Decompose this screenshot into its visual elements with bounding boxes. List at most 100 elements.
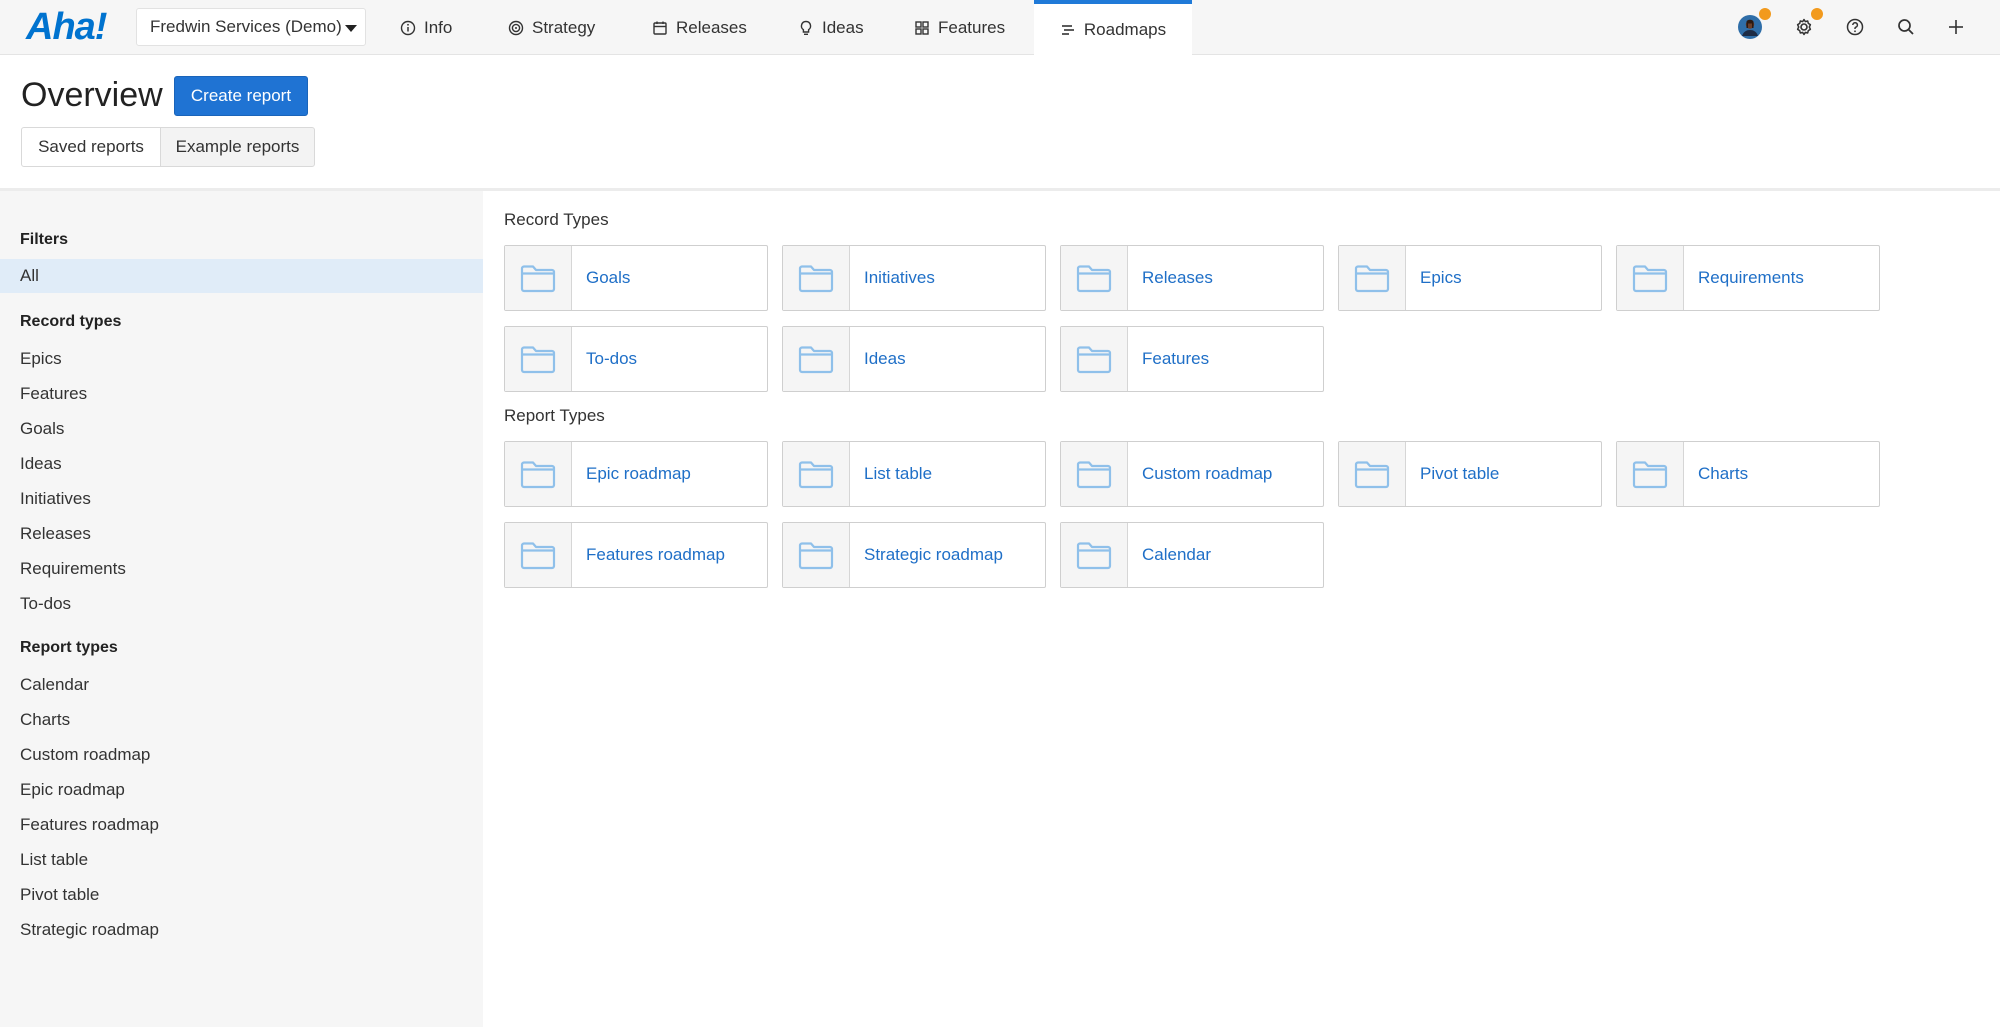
tab-strategy[interactable]: Strategy <box>508 0 595 55</box>
report-card-list-table[interactable]: List table <box>782 441 1046 507</box>
record-card-ideas[interactable]: Ideas <box>782 326 1046 392</box>
folder-icon-box <box>783 327 850 391</box>
record-card-to-dos[interactable]: To-dos <box>504 326 768 392</box>
record-card-goals[interactable]: Goals <box>504 245 768 311</box>
filter-epics[interactable]: Epics <box>0 342 483 376</box>
tab-label: Roadmaps <box>1083 19 1167 39</box>
record-card-initiatives[interactable]: Initiatives <box>782 245 1046 311</box>
filter-list-table[interactable]: List table <box>0 843 483 877</box>
folder-icon <box>1076 461 1112 489</box>
folder-icon-box <box>1339 442 1406 506</box>
filter-epic-roadmap[interactable]: Epic roadmap <box>0 773 483 807</box>
card-label[interactable]: Requirements <box>1684 246 1879 310</box>
record-card-features[interactable]: Features <box>1060 326 1324 392</box>
filter-releases[interactable]: Releases <box>0 517 483 551</box>
filter-requirements[interactable]: Requirements <box>0 552 483 586</box>
card-label[interactable]: Strategic roadmap <box>850 523 1045 587</box>
saved-reports-toggle[interactable]: Saved reports <box>21 127 161 167</box>
card-label[interactable]: Features roadmap <box>572 523 767 587</box>
folder-icon <box>798 265 834 293</box>
folder-icon <box>520 461 556 489</box>
report-card-strategic-roadmap[interactable]: Strategic roadmap <box>782 522 1046 588</box>
tab-roadmaps[interactable]: Roadmaps <box>1034 0 1192 55</box>
filter-features[interactable]: Features <box>0 377 483 411</box>
search-button[interactable] <box>1893 14 1919 40</box>
card-label[interactable]: Features <box>1128 327 1323 391</box>
report-card-calendar[interactable]: Calendar <box>1060 522 1324 588</box>
report-types-label: Report Types <box>504 406 605 425</box>
card-label[interactable]: Charts <box>1684 442 1879 506</box>
folder-icon-box <box>505 327 572 391</box>
card-label[interactable]: Pivot table <box>1406 442 1601 506</box>
tab-ideas[interactable]: Ideas <box>798 0 864 55</box>
filter-strategic-roadmap[interactable]: Strategic roadmap <box>0 913 483 947</box>
folder-icon-box <box>505 442 572 506</box>
folder-icon-box <box>1061 442 1128 506</box>
folder-icon-box <box>1339 246 1406 310</box>
create-report-button[interactable]: Create report <box>174 76 308 116</box>
card-label[interactable]: Epics <box>1406 246 1601 310</box>
report-card-custom-roadmap[interactable]: Custom roadmap <box>1060 441 1324 507</box>
folder-icon-box <box>505 523 572 587</box>
notification-badge <box>1758 7 1772 21</box>
folder-icon <box>1076 265 1112 293</box>
help-button[interactable] <box>1842 14 1868 40</box>
folder-icon-box <box>1061 523 1128 587</box>
card-label[interactable]: Releases <box>1128 246 1323 310</box>
tab-label: Features <box>938 17 1006 37</box>
report-card-features-roadmap[interactable]: Features roadmap <box>504 522 768 588</box>
filter-to-dos[interactable]: To-dos <box>0 587 483 621</box>
record-card-epics[interactable]: Epics <box>1338 245 1602 311</box>
filter-charts[interactable]: Charts <box>0 703 483 737</box>
lightbulb-icon <box>800 20 812 35</box>
avatar <box>1738 15 1762 39</box>
tab-releases[interactable]: Releases <box>652 0 747 55</box>
folder-icon-box <box>505 246 572 310</box>
card-label[interactable]: List table <box>850 442 1045 506</box>
record-card-releases[interactable]: Releases <box>1060 245 1324 311</box>
card-label[interactable]: Goals <box>572 246 767 310</box>
folder-icon <box>798 461 834 489</box>
card-label[interactable]: Custom roadmap <box>1128 442 1323 506</box>
filter-initiatives[interactable]: Initiatives <box>0 482 483 516</box>
folder-icon-box <box>1617 246 1684 310</box>
card-label[interactable]: To-dos <box>572 327 767 391</box>
tab-info[interactable]: Info <box>400 0 452 55</box>
folder-icon <box>1354 265 1390 293</box>
filter-features-roadmap[interactable]: Features roadmap <box>0 808 483 842</box>
card-label[interactable]: Initiatives <box>850 246 1045 310</box>
roadmap-icon <box>1061 24 1074 35</box>
folder-icon <box>520 265 556 293</box>
filter-goals[interactable]: Goals <box>0 412 483 446</box>
page-title: Overview <box>21 76 163 114</box>
add-button[interactable] <box>1943 14 1969 40</box>
aha-logo[interactable]: Aha! <box>26 4 107 50</box>
workspace-selector[interactable]: Fredwin Services (Demo) <box>136 8 366 46</box>
tab-features[interactable]: Features <box>914 0 1005 55</box>
report-card-charts[interactable]: Charts <box>1616 441 1880 507</box>
folder-icon <box>1632 461 1668 489</box>
top-navigation: Aha! Fredwin Services (Demo) Info Strate… <box>0 0 2000 55</box>
record-card-requirements[interactable]: Requirements <box>1616 245 1880 311</box>
notification-badge <box>1810 7 1824 21</box>
card-label[interactable]: Ideas <box>850 327 1045 391</box>
chevron-down-icon <box>345 25 357 32</box>
filter-ideas[interactable]: Ideas <box>0 447 483 481</box>
folder-icon <box>1076 346 1112 374</box>
filter-custom-roadmap[interactable]: Custom roadmap <box>0 738 483 772</box>
filter-pivot-table[interactable]: Pivot table <box>0 878 483 912</box>
report-card-epic-roadmap[interactable]: Epic roadmap <box>504 441 768 507</box>
folder-icon <box>520 346 556 374</box>
card-label[interactable]: Calendar <box>1128 523 1323 587</box>
report-card-pivot-table[interactable]: Pivot table <box>1338 441 1602 507</box>
example-reports-toggle[interactable]: Example reports <box>160 127 315 167</box>
record-types-label: Record Types <box>504 210 609 229</box>
folder-icon-box <box>783 246 850 310</box>
folder-icon <box>1076 542 1112 570</box>
card-label[interactable]: Epic roadmap <box>572 442 767 506</box>
filter-calendar[interactable]: Calendar <box>0 668 483 702</box>
calendar-icon <box>653 21 667 35</box>
folder-icon <box>1632 265 1668 293</box>
filter-all[interactable]: All <box>0 259 483 293</box>
grid-icon <box>915 20 929 35</box>
